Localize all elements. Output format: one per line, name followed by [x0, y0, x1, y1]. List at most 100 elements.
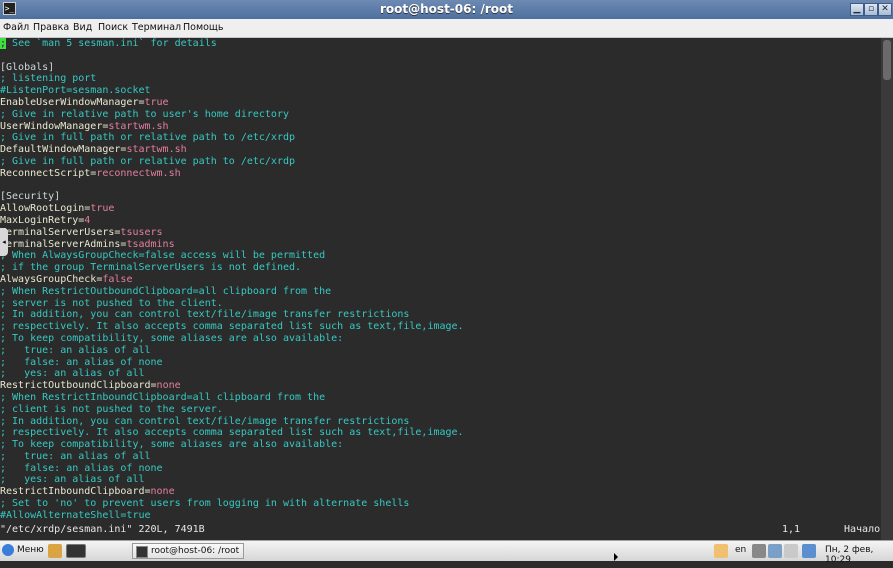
terminal-text: ; client is not pushed to the server.	[0, 403, 223, 415]
terminal-text: startwm.sh	[108, 120, 169, 132]
terminal-line: ; if the group TerminalServerUsers is no…	[0, 262, 881, 274]
terminal-line: TerminalServerAdmins=tsadmins	[0, 239, 881, 251]
terminal-text: ; yes: an alias of all	[0, 474, 145, 486]
terminal-line: #AllowAlternateShell=true	[0, 510, 881, 522]
terminal-text: RestrictOutboundClipboard=	[0, 380, 157, 392]
terminal-text: #AllowAlternateShell=true	[0, 509, 151, 521]
menu-search[interactable]: Поиск	[98, 22, 128, 33]
terminal-text: true	[90, 203, 115, 215]
terminal-line: ReconnectScript=reconnectwm.sh	[0, 168, 881, 180]
terminal-line: ; Set to 'no' to prevent users from logg…	[0, 498, 881, 510]
minimize-button[interactable]: ▁	[850, 3, 864, 16]
terminal-content[interactable]: ; See `man 5 sesman.ini` for details [Glo…	[0, 38, 881, 540]
terminal-line: DefaultWindowManager=startwm.sh	[0, 144, 881, 156]
terminal-line: ; To keep compatibility, some aliases ar…	[0, 439, 881, 451]
terminal-text: ReconnectScript=	[0, 167, 97, 179]
terminal-text: DefaultWindowManager=	[0, 144, 127, 156]
terminal-text: ; server is not pushed to the client.	[0, 297, 223, 309]
clipboard-icon[interactable]	[714, 544, 728, 558]
terminal-text: AlwaysGroupCheck=	[0, 273, 103, 285]
update-icon[interactable]	[784, 544, 798, 558]
start-menu-button[interactable]: Меню	[2, 544, 44, 559]
terminal-text: reconnectwm.sh	[96, 167, 181, 179]
terminal-line: ; false: an alias of none	[0, 357, 881, 369]
terminal-line: ; respectively. It also accepts comma se…	[0, 427, 881, 439]
maximize-button[interactable]: ▫	[864, 3, 878, 16]
file-manager-icon[interactable]	[48, 544, 62, 558]
terminal-text: ; Give in relative path to user's home d…	[0, 108, 289, 120]
window-titlebar[interactable]: >_ root@host-06: /root ▁ ▫ ✕	[0, 0, 893, 19]
terminal-line: ; Give in full path or relative path to …	[0, 156, 881, 168]
status-file-info: "/etc/xrdp/sesman.ini" 220L, 7491B	[0, 524, 205, 535]
terminal-line: ; Give in relative path to user's home d…	[0, 109, 881, 121]
terminal-line: ; true: an alias of all	[0, 451, 881, 463]
terminal-line: ; See `man 5 sesman.ini` for details	[0, 38, 881, 50]
terminal-text: ; true: an alias of all	[0, 344, 151, 356]
terminal-line: ; true: an alias of all	[0, 345, 881, 357]
terminal-line: [Globals]	[0, 62, 881, 74]
clock[interactable]: Пн, 2 фев, 10:29	[825, 545, 893, 565]
terminal-text: AllowRootLogin=	[0, 203, 91, 215]
terminal-text: ; Give in full path or relative path to …	[0, 132, 296, 144]
window-title: root@host-06: /root	[380, 2, 513, 16]
terminal-text: [Security]	[0, 191, 61, 203]
terminal-line: ; When AlwaysGroupCheck=false access wil…	[0, 250, 881, 262]
terminal-text: ; To keep compatibility, some aliases ar…	[0, 332, 344, 344]
terminal-text: ; When AlwaysGroupCheck=false access wil…	[0, 250, 326, 262]
menu-help[interactable]: Помощь	[183, 22, 223, 33]
terminal-launcher-icon[interactable]	[66, 544, 86, 558]
terminal-line: [Security]	[0, 191, 881, 203]
close-button[interactable]: ✕	[878, 3, 892, 16]
terminal-text: ; Set to 'no' to prevent users from logg…	[0, 498, 410, 510]
menu-edit[interactable]: Правка	[33, 22, 69, 33]
terminal-text: tsusers	[120, 226, 163, 238]
terminal-text: [Globals]	[0, 61, 55, 73]
terminal-line: ; In addition, you can control text/file…	[0, 416, 881, 428]
terminal-line: ; yes: an alias of all	[0, 474, 881, 486]
sound-icon[interactable]	[752, 544, 766, 558]
terminal-line: ; server is not pushed to the client.	[0, 298, 881, 310]
display-icon[interactable]	[768, 544, 782, 558]
terminal-line: EnableUserWindowManager=true	[0, 97, 881, 109]
terminal-text: ; In addition, you can control text/file…	[0, 415, 410, 427]
terminal-text: ; When RestrictOutboundClipboard=all cli…	[0, 285, 332, 297]
terminal-line: ; To keep compatibility, some aliases ar…	[0, 333, 881, 345]
terminal-line: ; Give in full path or relative path to …	[0, 132, 881, 144]
terminal-text: TerminalServerUsers=	[0, 226, 121, 238]
terminal-line: ; false: an alias of none	[0, 463, 881, 475]
terminal-text: ; respectively. It also accepts comma se…	[0, 321, 464, 333]
terminal-text: false	[102, 273, 133, 285]
terminal-line: AlwaysGroupCheck=false	[0, 274, 881, 286]
terminal-line: #ListenPort=sesman.socket	[0, 85, 881, 97]
network-icon[interactable]	[802, 544, 816, 558]
terminal-text: 4	[84, 214, 91, 226]
terminal-text: ; false: an alias of none	[0, 356, 163, 368]
terminal-text: startwm.sh	[126, 144, 187, 156]
terminal-text: ; listening port	[0, 73, 97, 85]
status-scroll-position: Начало	[844, 524, 881, 535]
terminal-line: AllowRootLogin=true	[0, 203, 881, 215]
taskbar-task-terminal[interactable]: root@host-06: /root	[132, 543, 244, 559]
menu-file[interactable]: Файл	[3, 22, 29, 33]
terminal-text: RestrictInboundClipboard=	[0, 486, 151, 498]
terminal-text: ; In addition, you can control text/file…	[0, 309, 410, 321]
terminal-line: RestrictOutboundClipboard=none	[0, 380, 881, 392]
mouse-pointer-icon	[614, 553, 618, 561]
terminal-text: ; respectively. It also accepts comma se…	[0, 427, 464, 439]
terminal-text: MaxLoginRetry=	[0, 214, 85, 226]
terminal-line: ; yes: an alias of all	[0, 368, 881, 380]
terminal-text: UserWindowManager=	[0, 120, 109, 132]
keyboard-layout[interactable]: en	[735, 545, 746, 555]
menu-view[interactable]: Вид	[73, 22, 92, 33]
terminal-text: ; false: an alias of none	[0, 462, 163, 474]
scrollbar-thumb[interactable]	[883, 40, 891, 80]
menu-terminal[interactable]: Терминал	[132, 22, 181, 33]
terminal-scrollbar[interactable]	[881, 38, 893, 540]
side-panel-handle[interactable]: ◂	[0, 228, 8, 256]
terminal-text: true	[144, 96, 169, 108]
terminal-text: TerminalServerAdmins=	[0, 238, 127, 250]
terminal-text: See `man 5 sesman.ini` for details	[6, 38, 217, 49]
terminal-line: ; When RestrictInboundClipboard=all clip…	[0, 392, 881, 404]
terminal-line: TerminalServerUsers=tsusers	[0, 227, 881, 239]
